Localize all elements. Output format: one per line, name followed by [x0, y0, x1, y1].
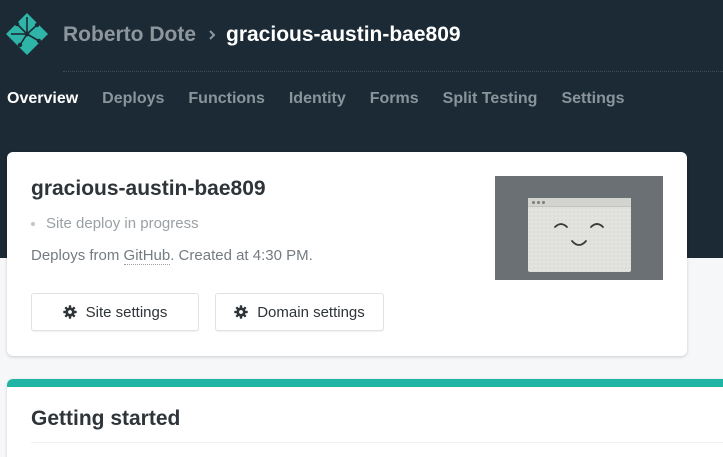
breadcrumb-team-link[interactable]: Roberto Dote [63, 23, 196, 47]
domain-settings-label: Domain settings [257, 303, 365, 321]
gear-icon [62, 305, 77, 319]
smiley-face-icon [554, 223, 604, 246]
chevron-right-icon [207, 29, 217, 41]
breadcrumb-site-name: gracious-austin-bae809 [226, 23, 461, 46]
site-title: gracious-austin-bae809 [31, 177, 266, 200]
repo-provider-link[interactable]: GitHub [123, 247, 171, 265]
getting-started-divider [31, 442, 723, 443]
tab-settings[interactable]: Settings [561, 90, 624, 110]
window-dot [542, 201, 545, 204]
deploy-info: Deploys from GitHub. Created at 4:30 PM. [31, 247, 313, 265]
site-preview-thumbnail[interactable] [495, 176, 663, 280]
status-dot-icon [31, 221, 35, 226]
domain-settings-button[interactable]: Domain settings [215, 293, 384, 331]
deploy-info-suffix: . Created at 4:30 PM. [170, 247, 313, 264]
site-settings-label: Site settings [85, 303, 168, 321]
getting-started-title: Getting started [31, 407, 181, 430]
site-overview-card: gracious-austin-bae809 Site deploy in pr… [7, 152, 687, 356]
deploy-status-text: Site deploy in progress [46, 215, 199, 232]
site-settings-button[interactable]: Site settings [31, 293, 199, 331]
window-dot [537, 201, 540, 204]
tab-split-testing[interactable]: Split Testing [443, 90, 538, 110]
browser-titlebar [528, 198, 631, 207]
getting-started-card: Getting started [7, 379, 723, 457]
breadcrumb: Roberto Dote gracious-austin-bae809 [63, 21, 461, 49]
tab-identity[interactable]: Identity [289, 90, 346, 110]
tab-deploys[interactable]: Deploys [102, 90, 164, 110]
deploy-info-prefix: Deploys from [31, 247, 124, 264]
tab-forms[interactable]: Forms [370, 90, 419, 110]
tab-overview[interactable]: Overview [7, 90, 78, 110]
deploy-status: Site deploy in progress [31, 215, 199, 232]
header-divider [63, 71, 723, 72]
tab-functions[interactable]: Functions [188, 90, 264, 110]
netlify-logo-icon[interactable] [6, 13, 48, 55]
site-nav-tabs: Overview Deploys Functions Identity Form… [7, 90, 649, 110]
window-dot [532, 201, 535, 204]
smiling-browser-window-icon [528, 198, 631, 272]
gear-icon [234, 305, 248, 319]
